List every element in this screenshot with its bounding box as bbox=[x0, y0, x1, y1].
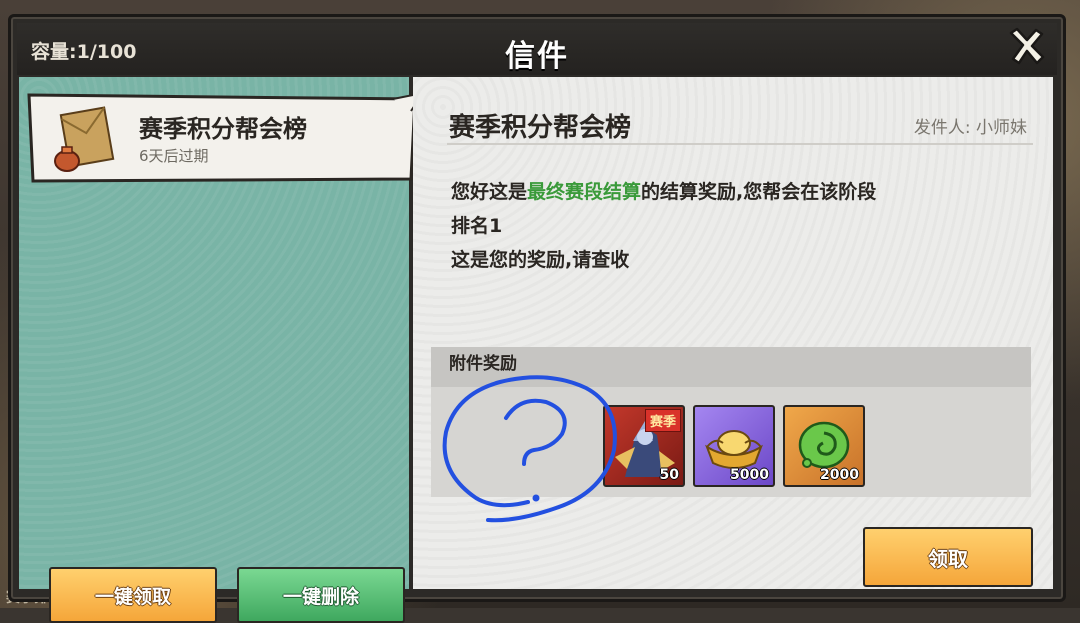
sender-name: 小师妹 bbox=[976, 118, 1027, 138]
sender-label: 发件人: bbox=[913, 118, 971, 138]
divider bbox=[447, 143, 1033, 145]
reward-quantity: 50 bbox=[659, 467, 679, 483]
mail-list-panel: 赛季积分帮会榜 6天后过期 一键领取 一键删除 bbox=[19, 77, 423, 623]
reward-quantity: 5000 bbox=[730, 467, 769, 483]
reward-item-season[interactable]: 赛季 50 bbox=[603, 405, 685, 487]
mail-body: 您好这是最终赛段结算的结算奖励,您帮会在该阶段 排名1 这是您的奖励,请查收 bbox=[451, 175, 1011, 277]
body-text-end: 的结算奖励,您帮会在该阶段 bbox=[641, 181, 877, 203]
reward-item-gold[interactable]: 5000 bbox=[693, 405, 775, 487]
sender-info: 发件人: 小师妹 bbox=[914, 113, 1027, 138]
close-button[interactable] bbox=[1005, 25, 1049, 69]
envelope-icon bbox=[54, 106, 115, 172]
close-icon bbox=[1009, 27, 1045, 65]
mail-list-item[interactable]: 赛季积分帮会榜 6天后过期 bbox=[23, 91, 423, 185]
reward-item-jade[interactable]: 2000 bbox=[783, 405, 865, 487]
dialog-title: 信件 bbox=[505, 39, 569, 74]
reward-quantity: 2000 bbox=[820, 467, 859, 483]
mail-subject: 赛季积分帮会榜 bbox=[139, 115, 307, 143]
mail-detail-panel: 赛季积分帮会榜 发件人: 小师妹 您好这是最终赛段结算的结算奖励,您帮会在该阶段… bbox=[413, 77, 1053, 589]
mail-expiry: 6天后过期 bbox=[139, 147, 209, 165]
season-tag: 赛季 bbox=[644, 409, 681, 432]
claim-button[interactable]: 领取 bbox=[863, 527, 1033, 587]
title-bar: 容量:1/100 信件 bbox=[17, 23, 1057, 75]
body-line-1: 您好这是最终赛段结算的结算奖励,您帮会在该阶段 bbox=[451, 175, 1011, 209]
rewards-header: 附件奖励 bbox=[431, 347, 1031, 387]
claim-all-button[interactable]: 一键领取 bbox=[49, 567, 217, 623]
mail-detail-title: 赛季积分帮会榜 bbox=[449, 113, 632, 143]
body-highlight: 最终赛段结算 bbox=[527, 181, 642, 203]
delete-all-button[interactable]: 一键删除 bbox=[237, 567, 405, 623]
attachment-rewards: 附件奖励 赛季 50 5000 2000 bbox=[431, 347, 1031, 497]
mail-dialog: 容量:1/100 信件 赛季积分帮会榜 6天后过期 一键领取 一键删除 赛季积分… bbox=[8, 14, 1066, 623]
body-line-3: 这是您的奖励,请查收 bbox=[451, 249, 630, 271]
body-text-start: 您好这是 bbox=[451, 181, 528, 203]
body-line-2: 排名1 bbox=[451, 215, 503, 237]
